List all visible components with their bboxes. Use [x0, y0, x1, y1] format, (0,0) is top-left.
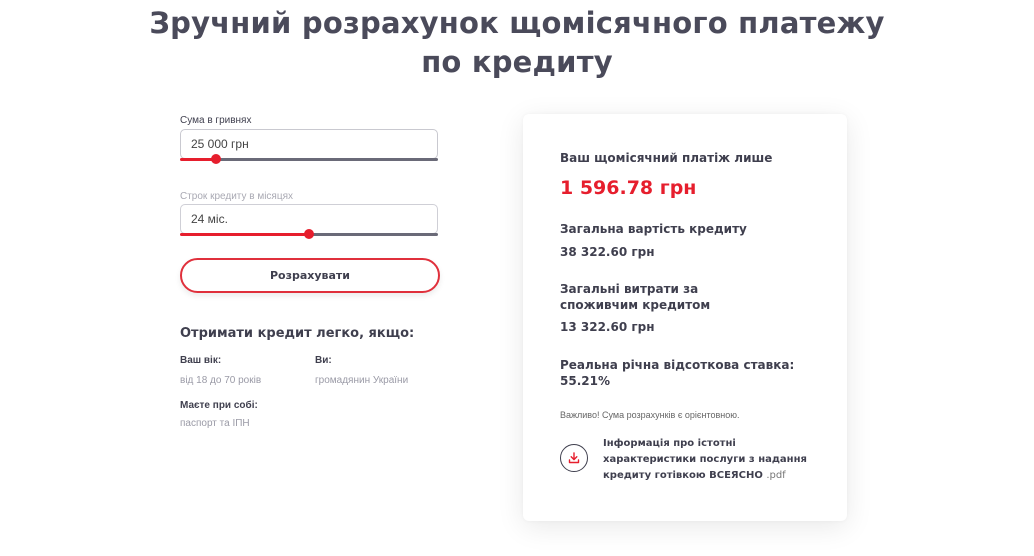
total-cost-label: Загальна вартість кредиту: [560, 222, 747, 236]
expenses-label: Загальні витрати за споживчим кредитом: [560, 282, 711, 312]
result-card: Ваш щомісячний платіж лише 1 596.78 грн …: [523, 114, 847, 521]
download-link-ext[interactable]: .pdf: [766, 470, 785, 481]
disclaimer-note: Важливо! Сума розрахунків є орієнтовною.: [560, 410, 740, 420]
total-cost-value: 38 322.60 грн: [560, 245, 655, 259]
page-title-line2: по кредиту: [421, 45, 613, 79]
page-title: Зручний розрахунок щомісячного платежу п…: [0, 4, 1034, 82]
page-title-line1: Зручний розрахунок щомісячного платежу: [149, 6, 885, 40]
conditions-title: Отримати кредит легко, якщо:: [180, 326, 415, 341]
age-value: від 18 до 70 років: [180, 375, 262, 386]
download-link[interactable]: Інформація про істотні характеристики по…: [603, 436, 818, 484]
citizen-value: громадянин України: [315, 375, 409, 386]
amount-slider-thumb[interactable]: [211, 154, 222, 164]
citizen-label: Ви:: [315, 355, 332, 366]
annual-rate-block: Реальна річна відсоткова ставка: 55.21%: [560, 357, 800, 389]
age-label: Ваш вік:: [180, 355, 222, 366]
term-slider-thumb[interactable]: [304, 229, 314, 239]
annual-rate-value: 55.21%: [560, 374, 610, 388]
docs-label: Маєте при собі:: [180, 400, 258, 411]
term-label: Строк кредиту в місяцях: [180, 191, 293, 202]
expenses-value: 13 322.60 грн: [560, 320, 655, 334]
download-arrow-icon: [568, 452, 580, 464]
amount-label: Сума в гривнях: [180, 115, 252, 126]
download-icon[interactable]: [560, 444, 588, 472]
docs-value: паспорт та ІПН: [180, 418, 250, 429]
calculate-button[interactable]: Розрахувати: [180, 258, 440, 293]
monthly-payment-value: 1 596.78 грн: [560, 177, 697, 199]
monthly-payment-label: Ваш щомісячний платіж лише: [560, 151, 773, 165]
annual-rate-label: Реальна річна відсоткова ставка:: [560, 358, 795, 372]
